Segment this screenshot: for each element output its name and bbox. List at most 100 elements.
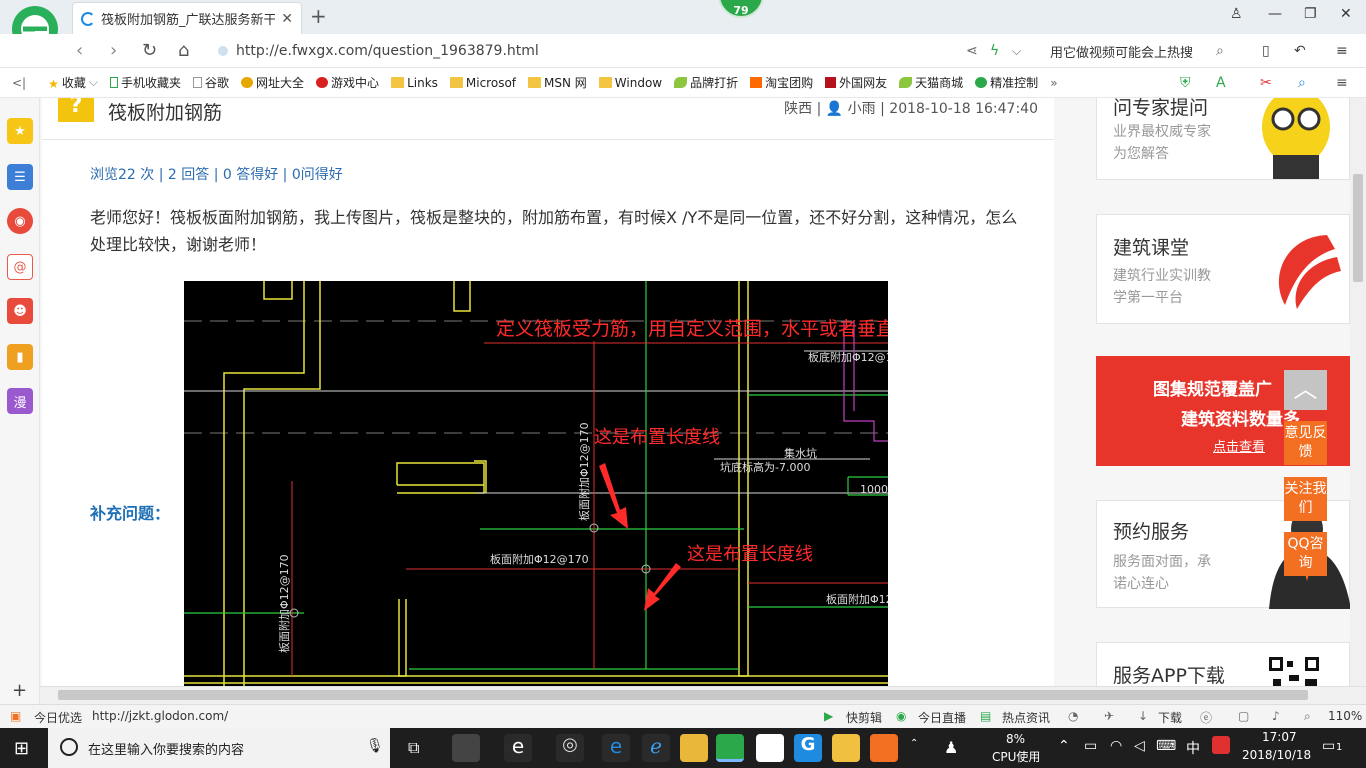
microphone-icon[interactable]: 🎙 — [366, 738, 384, 754]
network-icon[interactable]: ▭ — [1084, 738, 1097, 754]
ad-card-app[interactable]: 服务APP下载 — [1096, 642, 1350, 686]
magnifier-icon[interactable]: ⌕ — [1298, 75, 1306, 91]
status-live[interactable]: 今日直播 — [918, 709, 966, 726]
task-view-icon[interactable]: ⧉ — [408, 738, 419, 758]
menu-icon[interactable]: ≡ — [1336, 75, 1348, 91]
cad-drawing-image[interactable]: 定义筏板受力筋，用自定义范围，水平或者垂直布置 这是布置长度线 这是布置长度线 … — [184, 281, 933, 686]
bookmark-games[interactable]: 游戏中心 — [316, 74, 379, 91]
bookmark-windows[interactable]: Window — [598, 76, 662, 90]
scrollbar-thumb[interactable] — [58, 690, 1308, 700]
new-tab-button[interactable]: + — [310, 4, 327, 28]
bookmark-microsoft[interactable]: Microsof — [449, 76, 516, 90]
taskbar-ie-blue-icon[interactable]: ℯ — [642, 734, 670, 762]
minimize-icon[interactable]: — — [1268, 6, 1282, 22]
windows-start-icon[interactable]: ⊞ — [14, 738, 29, 759]
book-icon[interactable]: ▮ — [7, 344, 33, 370]
reload-icon[interactable]: ↻ — [142, 40, 157, 61]
more-bookmarks-icon[interactable]: » — [1050, 76, 1057, 90]
speed-icon[interactable]: ◔ — [1068, 709, 1078, 723]
people-icon[interactable]: ♟ — [944, 738, 958, 757]
taskbar-swirl-icon[interactable]: ◎ — [556, 734, 584, 762]
bookmark-links[interactable]: Links — [391, 76, 438, 90]
ie-icon[interactable]: ⓔ — [1200, 709, 1212, 726]
zoom-icon[interactable]: ⌕ — [1304, 709, 1311, 724]
taskbar-explorer-icon[interactable] — [680, 734, 708, 762]
weibo-icon[interactable]: ◉ — [7, 208, 33, 234]
translate-icon[interactable]: A — [1216, 75, 1226, 91]
collapse-sidebar-icon[interactable]: <| — [12, 76, 26, 90]
forward-icon[interactable]: › — [110, 40, 117, 61]
tray-chevron-icon[interactable]: ⌃ — [1058, 738, 1070, 754]
notification-icon[interactable]: ▭ — [1322, 738, 1335, 754]
bookmark-mobile[interactable]: 手机收藏夹 — [110, 74, 181, 91]
clock-time[interactable]: 17:07 — [1262, 730, 1297, 744]
mail-icon[interactable]: @ — [7, 254, 33, 280]
share-icon[interactable]: ⋖ — [966, 43, 978, 59]
feedback-button[interactable]: 意见反馈 — [1284, 421, 1327, 465]
window-icon[interactable]: ▢ — [1238, 709, 1249, 723]
taskbar-glodon-icon[interactable]: G — [794, 734, 822, 762]
pin-icon[interactable]: ✈ — [1104, 709, 1114, 723]
address-bar[interactable]: http://e.fwxgx.com/question_1963879.html — [218, 38, 1168, 64]
back-to-top-icon[interactable]: ︿ — [1284, 370, 1327, 410]
sogou-icon[interactable] — [1212, 736, 1230, 754]
taskbar-edge-icon[interactable]: e — [602, 734, 630, 762]
status-quick-edit[interactable]: 快剪辑 — [846, 709, 882, 726]
taskbar-browser-icon[interactable] — [716, 734, 744, 762]
status-zoom[interactable]: 110% — [1328, 709, 1362, 723]
question-location[interactable]: 陕西 — [784, 101, 812, 117]
taskbar-mail-icon[interactable] — [756, 734, 784, 762]
shield-icon[interactable]: ⛨ — [1180, 75, 1191, 91]
undo-icon[interactable]: ↶ — [1294, 43, 1306, 59]
taskbar-notes-icon[interactable] — [832, 734, 860, 762]
back-icon[interactable]: ‹ — [76, 40, 83, 61]
status-download[interactable]: 下载 — [1158, 709, 1182, 726]
taskbar-app-orange-icon[interactable] — [870, 734, 898, 762]
notification-badge[interactable]: 79 — [718, 0, 764, 18]
bookmark-precise[interactable]: 精准控制 — [975, 74, 1038, 91]
chevron-down-icon[interactable]: ⌵ — [1012, 44, 1021, 59]
volume-icon[interactable]: ♪ — [1272, 709, 1280, 723]
qq-consult-button[interactable]: QQ咨询 — [1284, 532, 1327, 576]
close-window-icon[interactable]: ✕ — [1340, 6, 1352, 22]
ad-card-expert[interactable]: 问专家提问 业界最权威专家 为您解答 — [1096, 98, 1350, 180]
bookmark-nav[interactable]: 网址大全 — [241, 74, 304, 91]
bookmark-brand-discount[interactable]: 品牌打折 — [674, 74, 738, 91]
taskbar-search-box[interactable]: 在这里输入你要搜索的内容 🎙 — [48, 728, 390, 768]
scrollbar-thumb[interactable] — [1353, 174, 1363, 282]
comic-icon[interactable]: 漫 — [7, 388, 33, 414]
ad-card-classroom[interactable]: 建筑课堂 建筑行业实训教 学第一平台 — [1096, 214, 1350, 324]
menu-icon[interactable]: ≡ — [1336, 43, 1348, 59]
ime-indicator[interactable]: 中 — [1186, 738, 1200, 758]
game-icon[interactable]: ☻ — [7, 298, 33, 324]
vertical-scrollbar[interactable] — [1350, 98, 1366, 686]
bookmark-foreign[interactable]: 外国网友 — [825, 74, 887, 91]
lightning-icon[interactable]: ϟ — [990, 43, 999, 59]
search-suggestion[interactable]: 用它做视频可能会上热搜 — [1050, 42, 1193, 61]
bookmark-google[interactable]: 谷歌 — [193, 74, 229, 91]
taskbar-ie-icon[interactable]: e — [504, 734, 532, 762]
favorites-star-icon[interactable]: ★ — [7, 118, 33, 144]
scissors-icon[interactable]: ✂ — [1260, 75, 1272, 91]
wifi-icon[interactable]: ◠ — [1110, 738, 1122, 754]
shirt-skin-icon[interactable]: ♙ — [1230, 6, 1243, 22]
home-icon[interactable]: ⌂ — [178, 40, 189, 61]
status-hot[interactable]: 热点资讯 — [1002, 709, 1050, 726]
bookmark-taobao[interactable]: 淘宝团购 — [750, 74, 813, 91]
question-author[interactable]: 小雨 — [848, 101, 876, 117]
status-today[interactable]: 今日优选 — [34, 709, 82, 726]
site-info-icon[interactable] — [218, 46, 228, 56]
news-icon[interactable]: ☰ — [7, 164, 33, 190]
horizontal-scrollbar[interactable] — [40, 686, 1366, 704]
address-url[interactable]: http://e.fwxgx.com/question_1963879.html — [236, 43, 539, 59]
bookmark-favorites[interactable]: ★ 收藏 ⌵ — [48, 74, 98, 91]
add-sidebar-icon[interactable]: + — [12, 680, 27, 701]
clock-date[interactable]: 2018/10/18 — [1242, 748, 1311, 762]
mobile-icon[interactable]: ▯ — [1262, 43, 1270, 59]
volume-icon[interactable]: ◁ — [1134, 738, 1145, 754]
taskbar-app-fan-icon[interactable] — [452, 734, 480, 762]
restore-icon[interactable]: ❐ — [1304, 6, 1317, 22]
follow-us-button[interactable]: 关注我们 — [1284, 477, 1327, 521]
keyboard-icon[interactable]: ⌨ — [1156, 738, 1176, 754]
tab-active[interactable]: 筏板附加钢筋_广联达服务新干线 ✕ — [72, 2, 302, 34]
